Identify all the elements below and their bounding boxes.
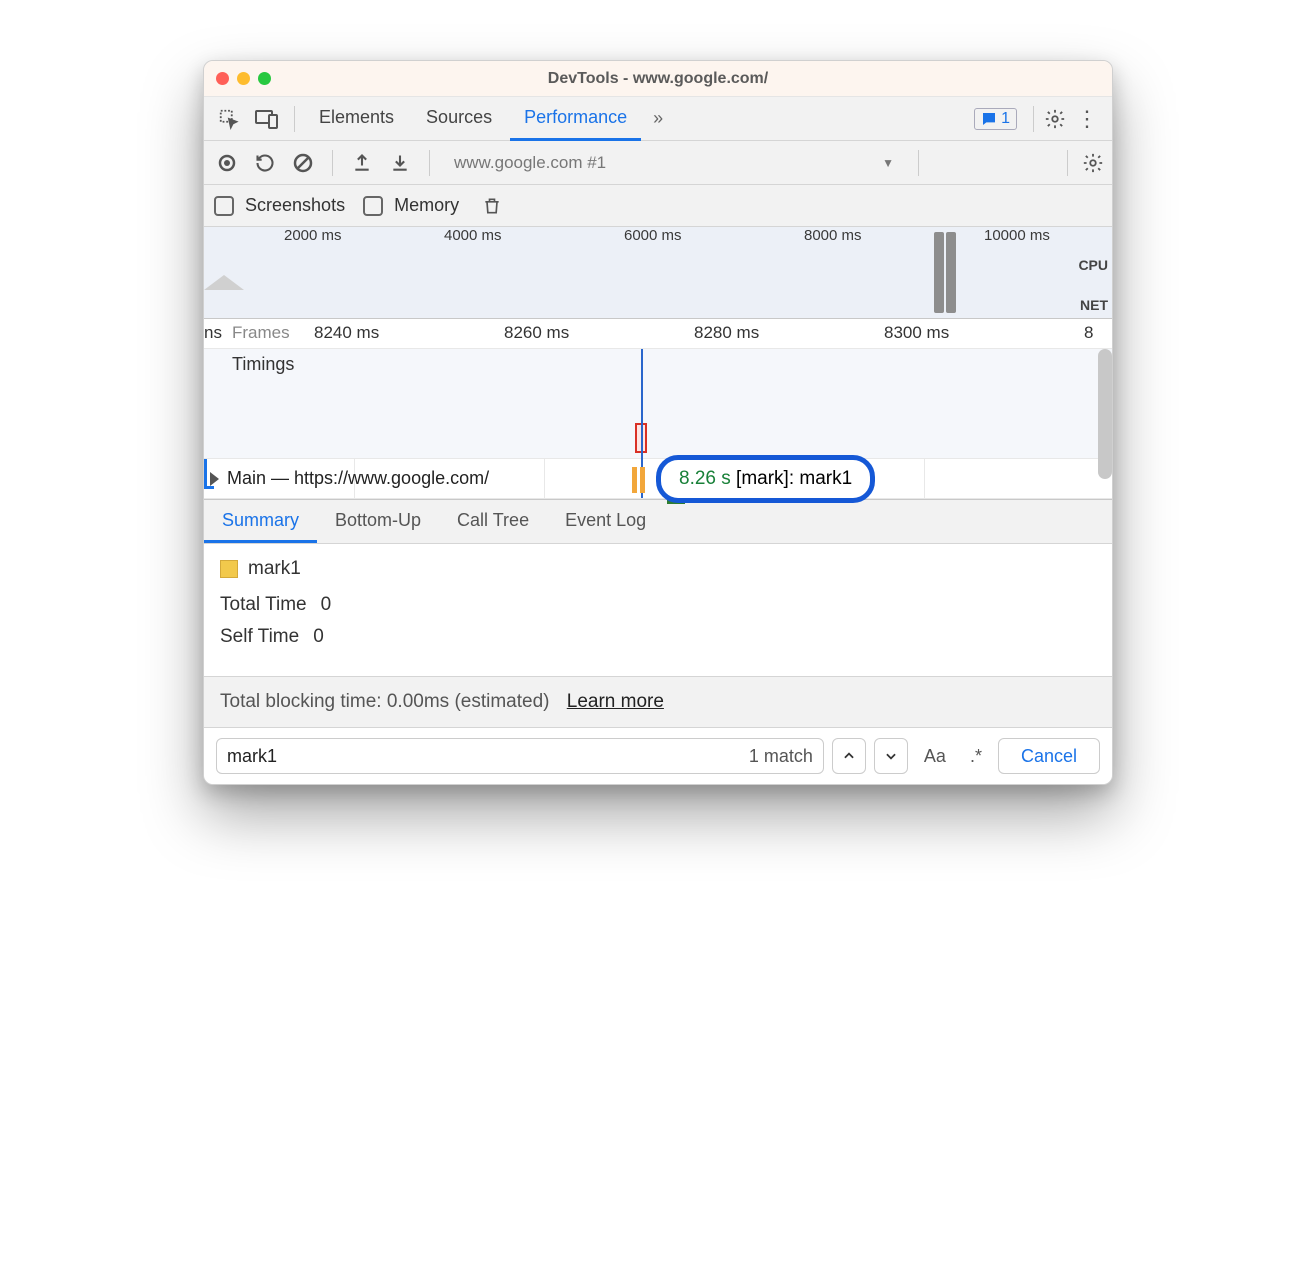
kebab-menu-icon[interactable]: ⋮ bbox=[1070, 106, 1104, 132]
devtools-window: DevTools - www.google.com/ Elements Sour… bbox=[203, 60, 1113, 785]
detail-tabs: Summary Bottom-Up Call Tree Event Log bbox=[204, 500, 1112, 544]
tab-event-log[interactable]: Event Log bbox=[547, 500, 664, 543]
record-icon[interactable] bbox=[212, 148, 242, 178]
performance-toolbar: www.google.com #1 ▼ bbox=[204, 141, 1112, 185]
blocking-time-bar: Total blocking time: 0.00ms (estimated) … bbox=[204, 676, 1112, 728]
issues-count: 1 bbox=[1001, 110, 1010, 128]
total-time-label: Total Time bbox=[220, 594, 307, 616]
task-bar-icon bbox=[640, 467, 645, 493]
self-time-label: Self Time bbox=[220, 626, 299, 648]
tab-elements[interactable]: Elements bbox=[305, 97, 408, 141]
divider bbox=[918, 150, 919, 176]
self-time-row: Self Time 0 bbox=[220, 626, 1096, 648]
prev-match-button[interactable] bbox=[832, 738, 866, 774]
net-label: NET bbox=[1080, 297, 1108, 313]
divider bbox=[429, 150, 430, 176]
overview-pane[interactable]: 2000 ms 4000 ms 6000 ms 8000 ms 10000 ms… bbox=[204, 227, 1112, 319]
capture-options: Screenshots Memory bbox=[204, 185, 1112, 227]
clear-icon[interactable] bbox=[288, 148, 318, 178]
tick: 8 bbox=[1084, 323, 1093, 343]
trash-icon[interactable] bbox=[477, 191, 507, 221]
dropdown-triangle-icon: ▼ bbox=[882, 156, 894, 170]
task-bars[interactable] bbox=[632, 467, 645, 493]
memory-label: Memory bbox=[394, 195, 459, 215]
tick: 6000 ms bbox=[624, 227, 682, 244]
devtools-tab-strip: Elements Sources Performance » 1 ⋮ bbox=[204, 97, 1112, 141]
settings-icon[interactable] bbox=[1044, 108, 1066, 130]
total-time-row: Total Time 0 bbox=[220, 594, 1096, 616]
tick: 8240 ms bbox=[314, 323, 379, 343]
divider bbox=[1033, 106, 1034, 132]
tab-sources[interactable]: Sources bbox=[412, 97, 506, 141]
total-time-value: 0 bbox=[321, 594, 332, 616]
tick: 4000 ms bbox=[444, 227, 502, 244]
handle-left-icon[interactable] bbox=[934, 232, 944, 313]
expand-icon[interactable] bbox=[210, 472, 219, 486]
reload-icon[interactable] bbox=[250, 148, 280, 178]
tick: 2000 ms bbox=[284, 227, 342, 244]
tick: 8280 ms bbox=[694, 323, 759, 343]
search-bar: mark1 1 match Aa .* Cancel bbox=[204, 728, 1112, 784]
frames-label: Frames bbox=[232, 323, 290, 343]
tick: 8300 ms bbox=[884, 323, 949, 343]
recording-name: www.google.com #1 bbox=[454, 153, 606, 173]
inspect-icon[interactable] bbox=[212, 102, 246, 136]
search-value: mark1 bbox=[227, 746, 749, 767]
capture-settings-icon[interactable] bbox=[1082, 152, 1104, 174]
screenshots-checkbox[interactable]: Screenshots bbox=[214, 195, 345, 216]
cancel-button[interactable]: Cancel bbox=[998, 738, 1100, 774]
summary-name-row: mark1 bbox=[220, 558, 1096, 580]
tab-performance[interactable]: Performance bbox=[510, 97, 641, 141]
summary-name: mark1 bbox=[248, 558, 301, 580]
tick: 10000 ms bbox=[984, 227, 1050, 244]
detail-ruler: ns Frames 8240 ms 8260 ms 8280 ms 8300 m… bbox=[204, 319, 1112, 349]
checkbox-icon bbox=[214, 196, 234, 216]
divider bbox=[294, 106, 295, 132]
recording-select[interactable]: www.google.com #1 ▼ bbox=[444, 148, 904, 178]
download-icon[interactable] bbox=[385, 148, 415, 178]
regex-toggle[interactable]: .* bbox=[962, 746, 990, 767]
tick: 8260 ms bbox=[504, 323, 569, 343]
next-match-button[interactable] bbox=[874, 738, 908, 774]
titlebar: DevTools - www.google.com/ bbox=[204, 61, 1112, 97]
scrollbar-thumb[interactable] bbox=[1098, 349, 1112, 479]
handle-right-icon[interactable] bbox=[946, 232, 956, 313]
learn-more-link[interactable]: Learn more bbox=[567, 691, 664, 712]
upload-icon[interactable] bbox=[347, 148, 377, 178]
tab-bottom-up[interactable]: Bottom-Up bbox=[317, 500, 439, 543]
divider bbox=[332, 150, 333, 176]
blocking-text: Total blocking time: 0.00ms (estimated) bbox=[220, 691, 549, 712]
cpu-label: CPU bbox=[1078, 257, 1108, 273]
mark-callout: 8.26 s [mark]: mark1 bbox=[656, 455, 875, 503]
search-match-count: 1 match bbox=[749, 746, 813, 767]
summary-panel: mark1 Total Time 0 Self Time 0 bbox=[204, 544, 1112, 676]
selection-handles[interactable] bbox=[934, 232, 960, 313]
task-bar-icon bbox=[632, 467, 637, 493]
device-toggle-icon[interactable] bbox=[250, 102, 284, 136]
tab-summary[interactable]: Summary bbox=[204, 500, 317, 543]
color-swatch-icon bbox=[220, 560, 238, 578]
tick: 8000 ms bbox=[804, 227, 862, 244]
timings-track[interactable]: Timings bbox=[204, 349, 1112, 459]
overview-ruler: 2000 ms 4000 ms 6000 ms 8000 ms 10000 ms bbox=[204, 227, 1112, 249]
ruler-left: ns bbox=[204, 323, 230, 343]
tab-call-tree[interactable]: Call Tree bbox=[439, 500, 547, 543]
more-tabs-icon[interactable]: » bbox=[645, 108, 671, 129]
self-time-value: 0 bbox=[313, 626, 324, 648]
search-input[interactable]: mark1 1 match bbox=[216, 738, 824, 774]
window-title: DevTools - www.google.com/ bbox=[204, 70, 1112, 88]
main-label: Main — https://www.google.com/ bbox=[227, 468, 489, 489]
main-track[interactable]: Main — https://www.google.com/ 8.26 s [m… bbox=[204, 459, 1112, 499]
issues-badge[interactable]: 1 bbox=[974, 108, 1017, 130]
callout-text: [mark]: mark1 bbox=[736, 468, 852, 489]
memory-checkbox[interactable]: Memory bbox=[363, 195, 459, 216]
cpu-spark-icon bbox=[204, 270, 264, 290]
divider bbox=[1067, 150, 1068, 176]
timings-label: Timings bbox=[232, 354, 294, 375]
flame-chart[interactable]: ns Frames 8240 ms 8260 ms 8280 ms 8300 m… bbox=[204, 319, 1112, 500]
screenshots-label: Screenshots bbox=[245, 195, 345, 215]
checkbox-icon bbox=[363, 196, 383, 216]
case-sensitive-toggle[interactable]: Aa bbox=[916, 746, 954, 767]
callout-time: 8.26 s bbox=[679, 468, 731, 489]
